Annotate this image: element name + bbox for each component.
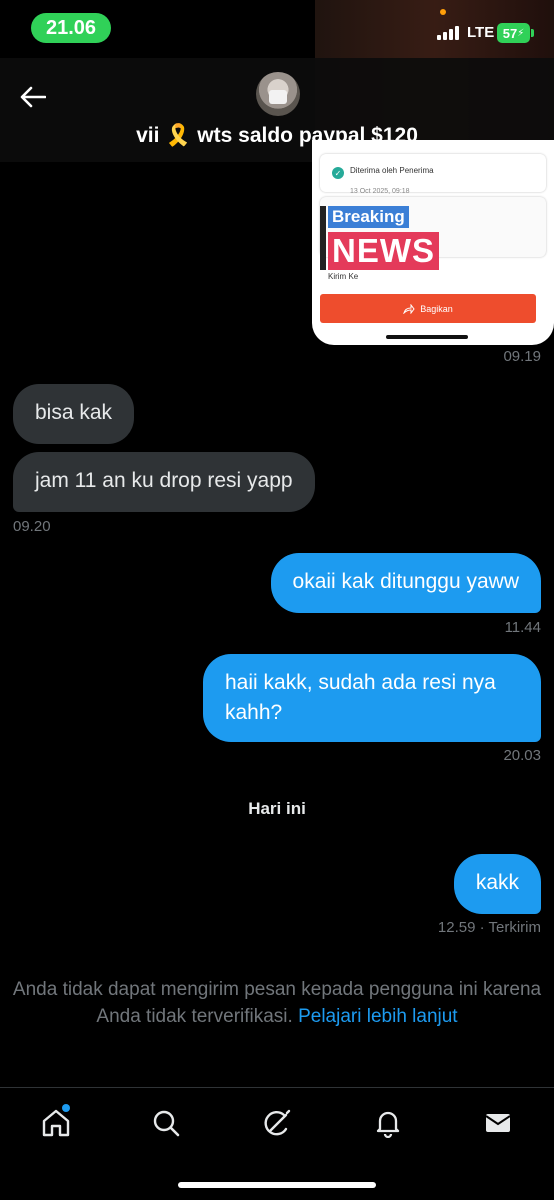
privacy-indicator — [440, 9, 446, 15]
status-bar: 21.06 LTE 57 ⚡ — [0, 0, 554, 58]
nav-grok[interactable] — [260, 1106, 294, 1140]
message-time: 20.03 — [503, 747, 541, 764]
nav-messages[interactable] — [481, 1106, 515, 1140]
title-name: vii — [136, 124, 160, 147]
home-indicator — [178, 1182, 376, 1188]
share-icon — [403, 303, 415, 314]
received-label: Diterima oleh Penerima — [350, 166, 434, 175]
delivery-status-card: ✓ Diterima oleh Penerima 13 Oct 2025, 09… — [320, 154, 546, 195]
share-label: Bagikan — [420, 303, 453, 314]
mail-icon — [485, 1114, 511, 1132]
learn-more-link[interactable]: Pelajari lebih lanjut — [298, 1006, 458, 1027]
news-sticker: NEWS — [328, 232, 439, 270]
cannot-message-notice: Anda tidak dapat mengirim pesan kepada p… — [0, 976, 554, 1030]
ribbon-emoji: 🎗️ — [165, 124, 192, 147]
share-button-in-image: Bagikan — [320, 294, 536, 323]
status-time: 21.06 — [31, 13, 111, 43]
sticker-bar — [320, 206, 326, 270]
notice-text: Anda tidak dapat mengirim pesan kepada p… — [12, 979, 542, 1027]
battery-level: 57 — [502, 25, 518, 41]
message-outgoing[interactable]: kakk — [453, 854, 541, 914]
message-incoming[interactable]: jam 11 an ku drop resi yapp — [13, 452, 315, 512]
network-type: LTE — [467, 24, 495, 41]
notification-dot — [62, 1104, 70, 1112]
image-home-indicator — [386, 335, 468, 339]
nav-notifications[interactable] — [371, 1106, 405, 1140]
received-date: 13 Oct 2025, 09:18 — [350, 188, 410, 195]
home-icon — [42, 1109, 70, 1137]
bell-icon — [376, 1111, 400, 1138]
nav-search[interactable] — [149, 1106, 183, 1140]
signal-icon — [437, 26, 459, 40]
day-separator: Hari ini — [248, 799, 306, 818]
battery-icon: 57 ⚡ — [497, 23, 534, 43]
send-to-label: Kirim Ke — [328, 272, 359, 281]
arrow-left-icon — [20, 86, 46, 108]
search-icon — [153, 1110, 180, 1137]
message-outgoing[interactable]: okaii kak ditunggu yaww — [270, 553, 541, 613]
check-icon: ✓ — [332, 167, 344, 179]
message-outgoing[interactable]: haii kakk, sudah ada resi nya kahh? — [203, 654, 541, 742]
breaking-sticker: Breaking — [328, 206, 409, 228]
nav-home[interactable] — [39, 1104, 73, 1140]
avatar[interactable] — [256, 72, 300, 116]
message-incoming[interactable]: bisa kak — [13, 384, 135, 444]
message-time: 09.19 — [503, 348, 541, 365]
grok-icon — [264, 1109, 291, 1136]
message-time: 11.44 — [504, 619, 541, 636]
back-button[interactable] — [16, 80, 50, 114]
message-time: 09.20 — [13, 518, 51, 535]
message-time-status: 12.59 · Terkirim — [437, 919, 541, 936]
shared-image[interactable]: ✓ Diterima oleh Penerima 13 Oct 2025, 09… — [312, 140, 554, 345]
